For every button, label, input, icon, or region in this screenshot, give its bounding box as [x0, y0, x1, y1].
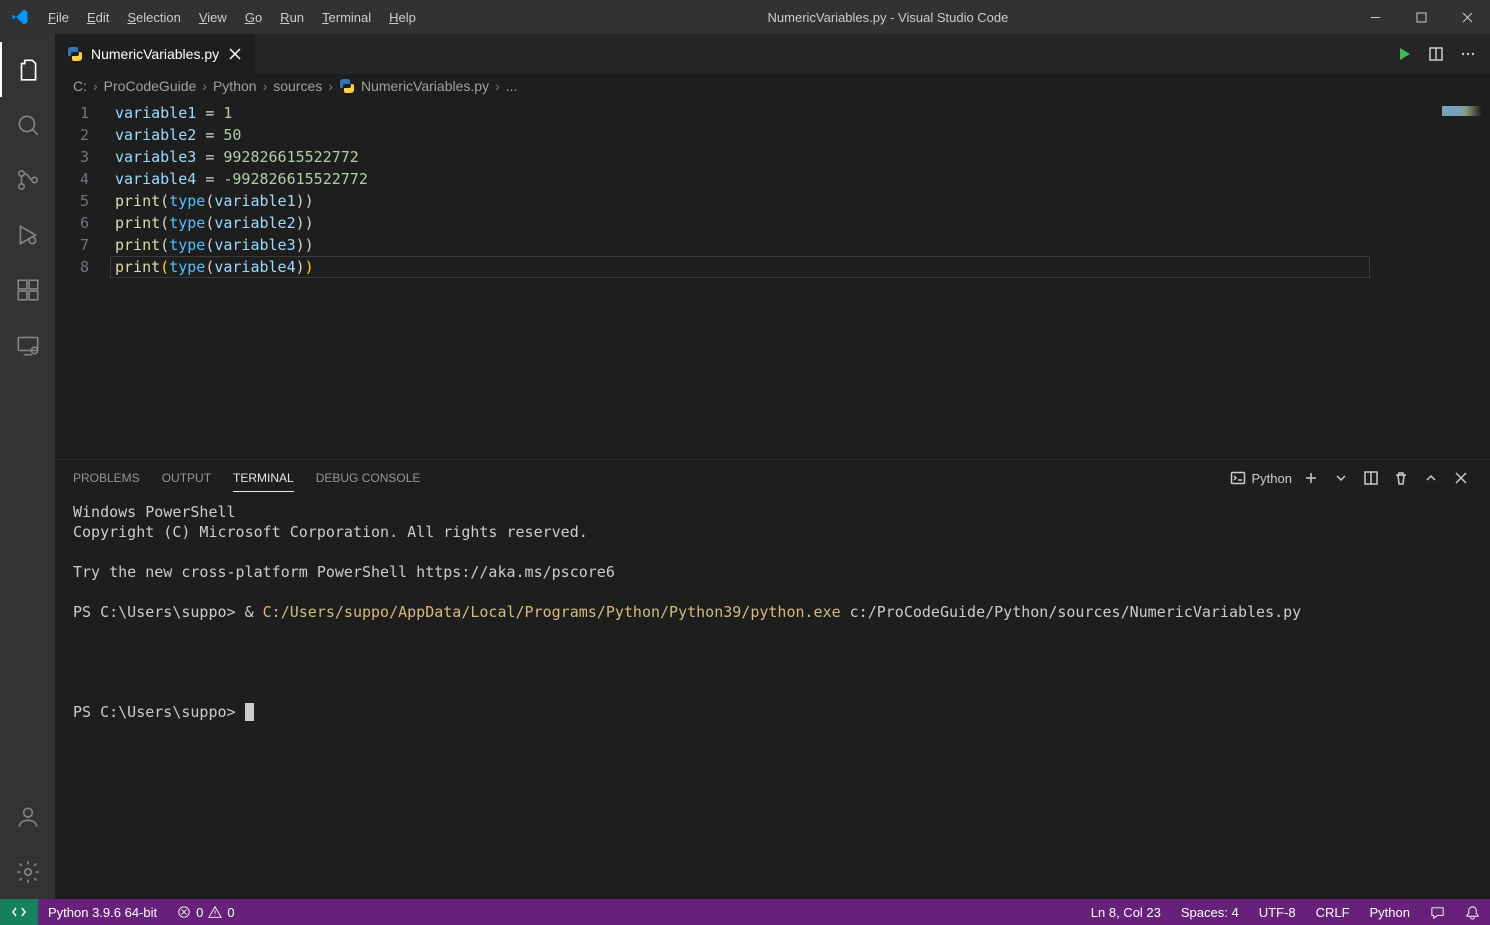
panel-actions: Python: [1230, 467, 1472, 489]
menu-go[interactable]: Go: [237, 6, 270, 29]
run-debug-icon[interactable]: [0, 207, 55, 262]
breadcrumb[interactable]: C: › ProCodeGuide › Python › sources › N…: [55, 74, 1490, 98]
minimap[interactable]: [1370, 98, 1490, 459]
panel: PROBLEMS OUTPUT TERMINAL DEBUG CONSOLE P…: [55, 459, 1490, 899]
chevron-right-icon: ›: [328, 78, 333, 94]
tab-filename: NumericVariables.py: [91, 46, 219, 62]
accounts-icon[interactable]: [0, 789, 55, 844]
panel-maximize-icon[interactable]: [1420, 467, 1442, 489]
tab-numericvariables[interactable]: NumericVariables.py: [55, 34, 256, 74]
editor-actions: [1390, 34, 1490, 74]
panel-tab-debug-console[interactable]: DEBUG CONSOLE: [316, 465, 421, 491]
code-content[interactable]: variable1 = 1variable2 = 50variable3 = 9…: [115, 98, 1370, 459]
editor-area: NumericVariables.py C: › ProC: [55, 34, 1490, 899]
minimize-button[interactable]: [1352, 0, 1398, 34]
chevron-right-icon: ›: [93, 78, 98, 94]
breadcrumb-part-0[interactable]: ProCodeGuide: [104, 78, 197, 94]
status-python-interpreter[interactable]: Python 3.9.6 64-bit: [38, 899, 167, 925]
breadcrumb-tail[interactable]: ...: [506, 78, 518, 94]
panel-tab-terminal[interactable]: TERMINAL: [233, 465, 294, 492]
split-terminal-icon[interactable]: [1360, 467, 1382, 489]
menu-help[interactable]: Help: [381, 6, 424, 29]
code-pane[interactable]: 12345678 variable1 = 1variable2 = 50vari…: [55, 98, 1490, 459]
terminal-shell-selector[interactable]: Python: [1230, 470, 1292, 486]
tab-close-icon[interactable]: [227, 46, 243, 62]
status-problems[interactable]: 0 0: [167, 899, 244, 925]
breadcrumb-part-2[interactable]: sources: [273, 78, 322, 94]
python-file-icon: [67, 46, 83, 62]
terminal-dropdown-icon[interactable]: [1330, 467, 1352, 489]
extensions-icon[interactable]: [0, 262, 55, 317]
breadcrumb-file[interactable]: NumericVariables.py: [361, 78, 489, 94]
status-encoding[interactable]: UTF-8: [1249, 905, 1306, 920]
maximize-button[interactable]: [1398, 0, 1444, 34]
panel-close-icon[interactable]: [1450, 467, 1472, 489]
menu-selection[interactable]: Selection: [119, 6, 188, 29]
run-file-icon[interactable]: [1390, 40, 1418, 68]
menu-file[interactable]: File: [40, 6, 77, 29]
remote-indicator-icon[interactable]: [0, 899, 38, 925]
status-indentation[interactable]: Spaces: 4: [1171, 905, 1249, 920]
more-actions-icon[interactable]: [1454, 40, 1482, 68]
status-feedback-icon[interactable]: [1420, 905, 1455, 920]
settings-gear-icon[interactable]: [0, 844, 55, 899]
chevron-right-icon: ›: [495, 78, 500, 94]
breadcrumb-part-1[interactable]: Python: [213, 78, 257, 94]
python-file-icon: [339, 78, 355, 94]
status-language-mode[interactable]: Python: [1360, 905, 1420, 920]
panel-tab-problems[interactable]: PROBLEMS: [73, 465, 140, 491]
window-controls: [1352, 0, 1490, 34]
source-control-icon[interactable]: [0, 152, 55, 207]
menu-view[interactable]: View: [191, 6, 235, 29]
line-number-gutter: 12345678: [55, 98, 115, 459]
chevron-right-icon: ›: [202, 78, 207, 94]
breadcrumb-root[interactable]: C:: [73, 78, 87, 94]
menu-edit[interactable]: Edit: [79, 6, 117, 29]
terminal-content[interactable]: Windows PowerShell Copyright (C) Microso…: [55, 496, 1490, 899]
window-title: NumericVariables.py - Visual Studio Code: [424, 10, 1352, 25]
status-bar: Python 3.9.6 64-bit 0 0 Ln 8, Col 23 Spa…: [0, 899, 1490, 925]
search-icon[interactable]: [0, 97, 55, 152]
kill-terminal-icon[interactable]: [1390, 467, 1412, 489]
menu-terminal[interactable]: Terminal: [314, 6, 379, 29]
new-terminal-icon[interactable]: [1300, 467, 1322, 489]
menu-run[interactable]: Run: [272, 6, 312, 29]
remote-explorer-icon[interactable]: [0, 317, 55, 372]
status-cursor-position[interactable]: Ln 8, Col 23: [1081, 905, 1171, 920]
explorer-icon[interactable]: [0, 42, 55, 97]
close-button[interactable]: [1444, 0, 1490, 34]
main-area: NumericVariables.py C: › ProC: [0, 34, 1490, 899]
activity-bar: [0, 34, 55, 899]
menu-bar: File Edit Selection View Go Run Terminal…: [40, 6, 424, 29]
split-editor-icon[interactable]: [1422, 40, 1450, 68]
vscode-logo-icon: [0, 8, 40, 26]
panel-tab-output[interactable]: OUTPUT: [162, 465, 211, 491]
editor-tabs: NumericVariables.py: [55, 34, 1490, 74]
status-eol[interactable]: CRLF: [1306, 905, 1360, 920]
title-bar: File Edit Selection View Go Run Terminal…: [0, 0, 1490, 34]
chevron-right-icon: ›: [263, 78, 268, 94]
terminal-shell-label: Python: [1252, 471, 1292, 486]
panel-tabs: PROBLEMS OUTPUT TERMINAL DEBUG CONSOLE P…: [55, 460, 1490, 496]
status-notifications-icon[interactable]: [1455, 905, 1490, 920]
